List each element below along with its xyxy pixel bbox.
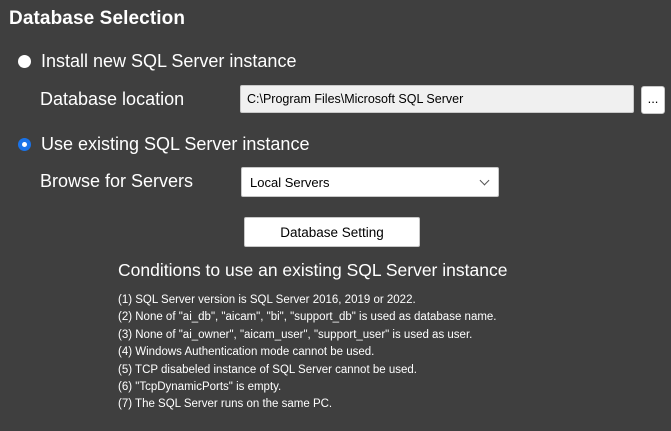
server-select-value: Local Servers — [250, 174, 330, 190]
condition-item: (7) The SQL Server runs on the same PC. — [118, 398, 333, 411]
section-title: Database Selection — [9, 8, 186, 29]
install-new-radio-option[interactable]: Install new SQL Server instance — [18, 51, 296, 72]
chevron-down-icon — [479, 175, 490, 186]
server-select-dropdown[interactable]: Local Servers — [241, 167, 499, 197]
conditions-title: Conditions to use an existing SQL Server… — [118, 260, 508, 280]
condition-item: (5) TCP disabeled instance of SQL Server… — [118, 363, 417, 376]
condition-item: (6) "TcpDynamicPorts" is empty. — [118, 381, 282, 394]
conditions-list: (1) SQL Server version is SQL Server 201… — [118, 292, 497, 414]
database-setting-button[interactable]: Database Setting — [244, 217, 420, 247]
database-location-value: C:\Program Files\Microsoft SQL Server — [247, 92, 464, 106]
browse-servers-label: Browse for Servers — [40, 171, 194, 191]
install-new-label: Install new SQL Server instance — [41, 51, 297, 71]
condition-item: (1) SQL Server version is SQL Server 201… — [118, 294, 416, 306]
condition-item: (3) None of "ai_owner", "aicam_user", "s… — [118, 328, 473, 341]
database-location-input[interactable]: C:\Program Files\Microsoft SQL Server — [240, 85, 634, 113]
install-new-radio-button[interactable] — [18, 55, 31, 68]
browse-location-button[interactable]: ... — [641, 86, 665, 114]
use-existing-label: Use existing SQL Server instance — [41, 134, 310, 154]
condition-item: (4) Windows Authentication mode cannot b… — [118, 346, 375, 359]
use-existing-radio-button[interactable] — [18, 138, 31, 151]
database-location-label: Database location — [40, 89, 185, 109]
condition-item: (2) None of "ai_db", "aicam", "bi", "sup… — [118, 311, 497, 324]
use-existing-radio-option[interactable]: Use existing SQL Server instance — [18, 134, 309, 155]
